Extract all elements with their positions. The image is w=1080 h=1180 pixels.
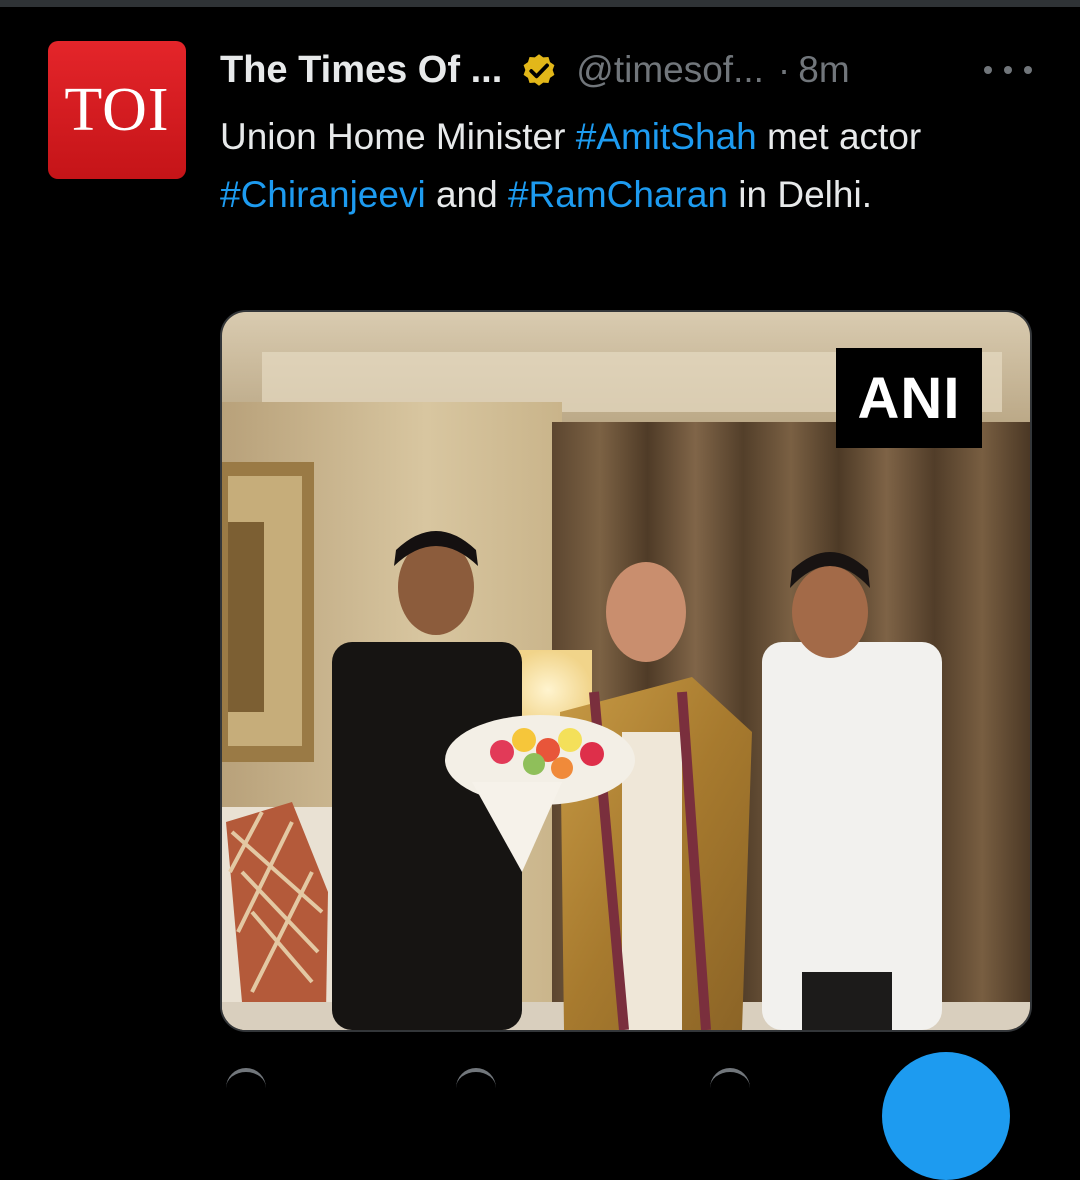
text-part: met actor <box>756 116 922 157</box>
tweet-header: The Times Of ... @timesof... · 8m <box>220 46 850 94</box>
separator-dot: · <box>777 49 791 90</box>
more-dot <box>984 66 992 74</box>
more-options-icon[interactable] <box>978 52 1038 88</box>
hashtag-ramcharan[interactable]: #RamCharan <box>508 174 728 215</box>
top-divider <box>0 0 1080 7</box>
more-dot <box>1024 66 1032 74</box>
display-name[interactable]: The Times Of ... <box>220 49 502 92</box>
tweet-photo[interactable]: ANI <box>220 310 1032 1032</box>
hashtag-chiranjeevi[interactable]: #Chiranjeevi <box>220 174 426 215</box>
reply-icon[interactable] <box>226 1068 266 1092</box>
text-part: in Delhi. <box>728 174 872 215</box>
ani-watermark: ANI <box>836 348 982 448</box>
compose-fab-icon[interactable] <box>882 1052 1010 1180</box>
ani-watermark-text: ANI <box>857 365 961 431</box>
like-icon[interactable] <box>710 1068 750 1092</box>
timestamp[interactable]: 8m <box>798 49 849 91</box>
handle[interactable]: @timesof... <box>576 49 764 91</box>
text-part: Union Home Minister <box>220 116 576 157</box>
avatar[interactable]: TOI <box>48 41 186 179</box>
retweet-icon[interactable] <box>456 1068 496 1092</box>
more-dot <box>1004 66 1012 74</box>
verified-badge-icon[interactable] <box>518 49 560 91</box>
hashtag-amitshah[interactable]: #AmitShah <box>576 116 757 157</box>
avatar-logo-text: TOI <box>64 76 170 144</box>
text-part: and <box>425 174 508 215</box>
tweet-text: Union Home Minister #AmitShah met actor … <box>220 108 1020 224</box>
